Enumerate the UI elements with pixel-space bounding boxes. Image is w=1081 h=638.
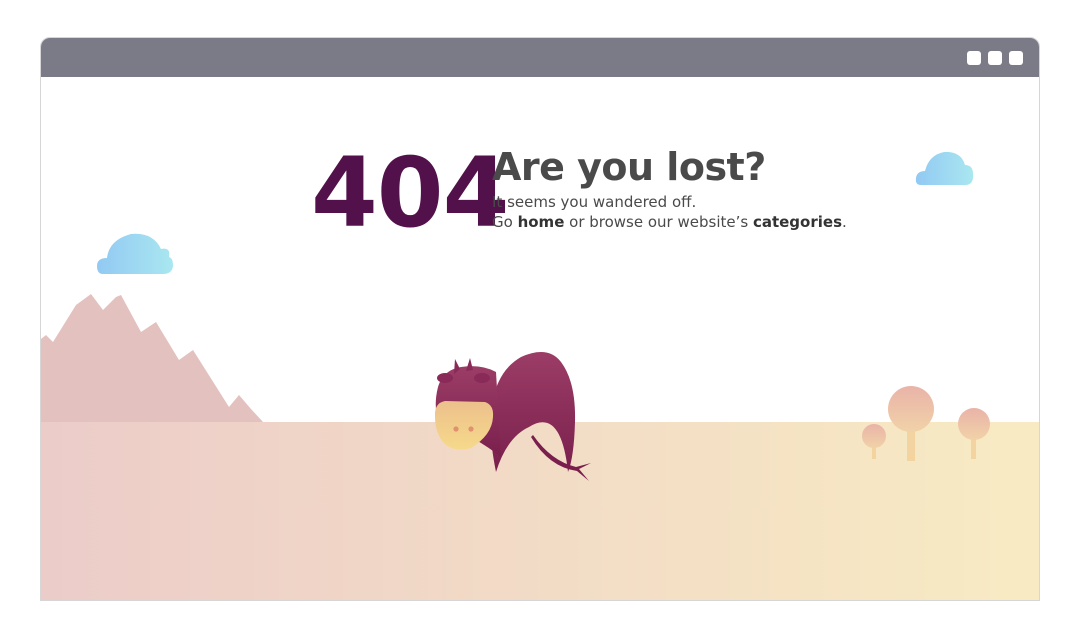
hint-suffix: . [842, 212, 847, 231]
mountain [41, 294, 263, 422]
wandered-text: It seems you wandered off. [492, 192, 697, 211]
hint-middle: or browse our website’s [564, 212, 753, 231]
navigation-hint: Go home or browse our website’s categori… [492, 212, 847, 232]
cloud-left [97, 233, 173, 274]
error-code: 404 [311, 137, 509, 249]
error-scene: 404 Are you lost? It seems you wandered … [41, 77, 1039, 600]
maximize-button[interactable] [988, 51, 1002, 65]
window-titlebar [41, 38, 1039, 77]
categories-link[interactable]: categories [753, 213, 842, 231]
error-heading: Are you lost? [492, 145, 766, 189]
minimize-button[interactable] [967, 51, 981, 65]
cloud-right [915, 151, 974, 185]
error-message: Are you lost? It seems you wandered off.… [492, 145, 847, 232]
home-link[interactable]: home [518, 213, 565, 231]
close-button[interactable] [1009, 51, 1023, 65]
hint-prefix: Go [492, 212, 518, 231]
window-controls [967, 51, 1023, 65]
browser-window: 404 Are you lost? It seems you wandered … [40, 37, 1040, 601]
